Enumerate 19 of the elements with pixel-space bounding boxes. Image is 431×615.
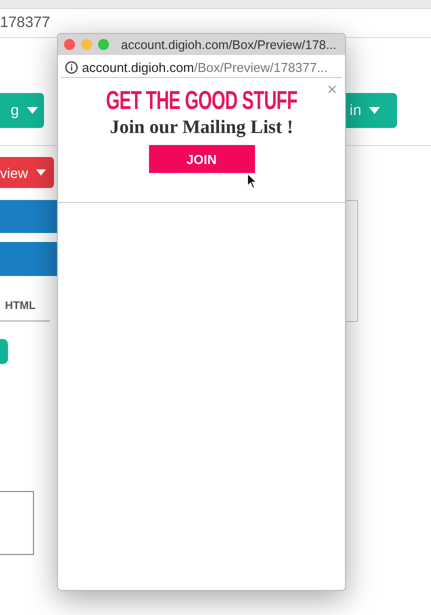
dropdown-button[interactable]: g <box>0 93 44 128</box>
menu-bar[interactable] <box>0 242 60 276</box>
zoom-icon[interactable] <box>98 39 109 50</box>
join-button[interactable]: JOIN <box>148 145 254 173</box>
preview-button[interactable]: view <box>0 157 54 188</box>
menu-bar[interactable] <box>0 200 60 233</box>
caret-icon <box>27 107 38 114</box>
info-icon <box>65 60 78 74</box>
cursor-icon <box>246 173 256 189</box>
headline: GET THE GOOD STUFF <box>106 85 298 115</box>
tab[interactable]: HTML <box>5 300 36 312</box>
caret-icon <box>36 169 46 176</box>
close-window-icon[interactable] <box>64 39 75 50</box>
subheading: Join our Mailing List ! <box>110 117 294 139</box>
caret-icon <box>369 107 380 114</box>
close-button[interactable]: × <box>327 81 337 98</box>
window-title: account.digioh.com/Box/Preview/178... <box>121 38 336 52</box>
small-button[interactable] <box>0 339 8 364</box>
text-area[interactable] <box>0 491 34 555</box>
